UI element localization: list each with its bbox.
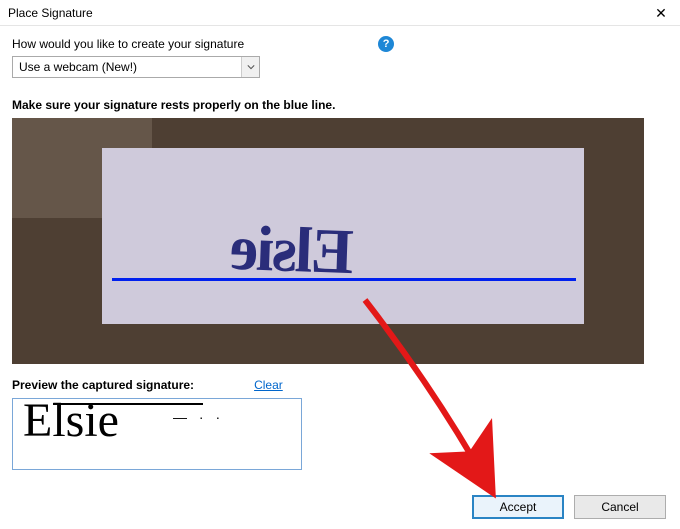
preview-label: Preview the captured signature:: [12, 378, 194, 392]
instruction-text: Make sure your signature rests properly …: [12, 98, 668, 112]
chevron-down-icon[interactable]: [241, 57, 259, 77]
dialog-content: How would you like to create your signat…: [0, 26, 680, 470]
signature-method-select[interactable]: Use a webcam (New!): [12, 56, 260, 78]
preview-signature-text: Elsie: [23, 398, 119, 448]
blue-guideline: [112, 278, 576, 281]
cancel-button[interactable]: Cancel: [574, 495, 666, 519]
prompt-row: How would you like to create your signat…: [12, 36, 668, 52]
dialog-buttons: Accept Cancel: [472, 495, 666, 519]
accept-button[interactable]: Accept: [472, 495, 564, 519]
help-icon[interactable]: ?: [378, 36, 394, 52]
preview-artifact-dots: — · ·: [173, 409, 224, 425]
close-icon[interactable]: ✕: [652, 4, 670, 22]
clear-link[interactable]: Clear: [254, 378, 283, 392]
dialog-title: Place Signature: [8, 6, 93, 20]
preview-header-row: Preview the captured signature: Clear: [12, 378, 668, 392]
webcam-preview: Elsie: [12, 118, 644, 364]
signature-preview-box: — · · Elsie: [12, 398, 302, 470]
prompt-label: How would you like to create your signat…: [12, 37, 244, 51]
titlebar: Place Signature ✕: [0, 0, 680, 26]
combo-selected-text: Use a webcam (New!): [13, 60, 241, 74]
